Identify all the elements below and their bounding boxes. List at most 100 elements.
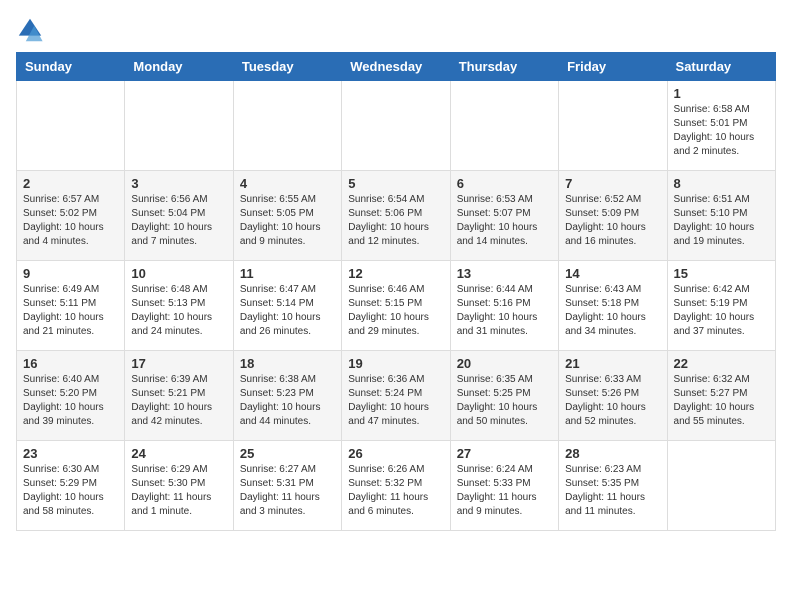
calendar-cell: 4 Sunrise: 6:55 AM Sunset: 5:05 PM Daylig… <box>233 171 341 261</box>
calendar-cell: 16 Sunrise: 6:40 AM Sunset: 5:20 PM Dayli… <box>17 351 125 441</box>
day-number: 4 <box>240 176 335 191</box>
day-number: 3 <box>131 176 226 191</box>
weekday-header-thursday: Thursday <box>450 53 558 81</box>
day-number: 16 <box>23 356 118 371</box>
day-number: 8 <box>674 176 769 191</box>
calendar-cell: 23 Sunrise: 6:30 AM Sunset: 5:29 PM Dayli… <box>17 441 125 531</box>
calendar-cell: 25 Sunrise: 6:27 AM Sunset: 5:31 PM Dayli… <box>233 441 341 531</box>
weekday-header-saturday: Saturday <box>667 53 775 81</box>
calendar-header: SundayMondayTuesdayWednesdayThursdayFrid… <box>17 53 776 81</box>
calendar-cell: 2 Sunrise: 6:57 AM Sunset: 5:02 PM Daylig… <box>17 171 125 261</box>
calendar-cell: 10Sunrise: 6:48 AM Sunset: 5:13 PM Dayli… <box>125 261 233 351</box>
day-info: Sunrise: 6:42 AM Sunset: 5:19 PM Dayligh… <box>674 283 769 339</box>
calendar-cell <box>233 81 341 171</box>
day-info: Sunrise: 6:48 AM Sunset: 5:13 PM Dayligh… <box>131 283 226 339</box>
day-info: Sunrise: 6:36 AM Sunset: 5:24 PM Dayligh… <box>348 373 443 429</box>
calendar-cell <box>17 81 125 171</box>
calendar-cell: 15Sunrise: 6:42 AM Sunset: 5:19 PM Dayli… <box>667 261 775 351</box>
calendar-cell: 22 Sunrise: 6:32 AM Sunset: 5:27 PM Dayli… <box>667 351 775 441</box>
day-info: Sunrise: 6:51 AM Sunset: 5:10 PM Dayligh… <box>674 193 769 249</box>
day-number: 7 <box>565 176 660 191</box>
weekday-header-sunday: Sunday <box>17 53 125 81</box>
day-number: 21 <box>565 356 660 371</box>
day-number: 17 <box>131 356 226 371</box>
day-number: 27 <box>457 446 552 461</box>
day-info: Sunrise: 6:29 AM Sunset: 5:30 PM Dayligh… <box>131 463 226 519</box>
day-info: Sunrise: 6:54 AM Sunset: 5:06 PM Dayligh… <box>348 193 443 249</box>
day-info: Sunrise: 6:52 AM Sunset: 5:09 PM Dayligh… <box>565 193 660 249</box>
day-number: 18 <box>240 356 335 371</box>
day-info: Sunrise: 6:40 AM Sunset: 5:20 PM Dayligh… <box>23 373 118 429</box>
logo <box>16 16 48 44</box>
calendar-cell: 17 Sunrise: 6:39 AM Sunset: 5:21 PM Dayli… <box>125 351 233 441</box>
calendar-cell: 13Sunrise: 6:44 AM Sunset: 5:16 PM Dayli… <box>450 261 558 351</box>
weekday-header-tuesday: Tuesday <box>233 53 341 81</box>
day-number: 6 <box>457 176 552 191</box>
day-info: Sunrise: 6:49 AM Sunset: 5:11 PM Dayligh… <box>23 283 118 339</box>
day-info: Sunrise: 6:56 AM Sunset: 5:04 PM Dayligh… <box>131 193 226 249</box>
calendar-cell: 12 Sunrise: 6:46 AM Sunset: 5:15 PM Dayli… <box>342 261 450 351</box>
day-info: Sunrise: 6:46 AM Sunset: 5:15 PM Dayligh… <box>348 283 443 339</box>
calendar-cell <box>125 81 233 171</box>
day-number: 25 <box>240 446 335 461</box>
day-info: Sunrise: 6:27 AM Sunset: 5:31 PM Dayligh… <box>240 463 335 519</box>
day-info: Sunrise: 6:57 AM Sunset: 5:02 PM Dayligh… <box>23 193 118 249</box>
day-number: 9 <box>23 266 118 281</box>
day-info: Sunrise: 6:38 AM Sunset: 5:23 PM Dayligh… <box>240 373 335 429</box>
day-info: Sunrise: 6:23 AM Sunset: 5:35 PM Dayligh… <box>565 463 660 519</box>
day-number: 28 <box>565 446 660 461</box>
day-info: Sunrise: 6:58 AM Sunset: 5:01 PM Dayligh… <box>674 103 769 159</box>
day-info: Sunrise: 6:39 AM Sunset: 5:21 PM Dayligh… <box>131 373 226 429</box>
calendar-cell <box>450 81 558 171</box>
day-info: Sunrise: 6:47 AM Sunset: 5:14 PM Dayligh… <box>240 283 335 339</box>
calendar-cell: 7 Sunrise: 6:52 AM Sunset: 5:09 PM Daylig… <box>559 171 667 261</box>
day-number: 5 <box>348 176 443 191</box>
calendar-cell: 14 Sunrise: 6:43 AM Sunset: 5:18 PM Dayli… <box>559 261 667 351</box>
day-info: Sunrise: 6:55 AM Sunset: 5:05 PM Dayligh… <box>240 193 335 249</box>
calendar-week-3: 9 Sunrise: 6:49 AM Sunset: 5:11 PM Daylig… <box>17 261 776 351</box>
day-number: 19 <box>348 356 443 371</box>
day-info: Sunrise: 6:33 AM Sunset: 5:26 PM Dayligh… <box>565 373 660 429</box>
weekday-header-wednesday: Wednesday <box>342 53 450 81</box>
day-number: 22 <box>674 356 769 371</box>
calendar-table: SundayMondayTuesdayWednesdayThursdayFrid… <box>16 52 776 531</box>
day-info: Sunrise: 6:35 AM Sunset: 5:25 PM Dayligh… <box>457 373 552 429</box>
calendar-week-5: 23 Sunrise: 6:30 AM Sunset: 5:29 PM Dayli… <box>17 441 776 531</box>
day-number: 14 <box>565 266 660 281</box>
calendar-week-1: 1 Sunrise: 6:58 AM Sunset: 5:01 PM Daylig… <box>17 81 776 171</box>
calendar-cell: 21 Sunrise: 6:33 AM Sunset: 5:26 PM Dayli… <box>559 351 667 441</box>
logo-icon <box>16 16 44 44</box>
calendar-cell: 8 Sunrise: 6:51 AM Sunset: 5:10 PM Daylig… <box>667 171 775 261</box>
calendar-cell: 6Sunrise: 6:53 AM Sunset: 5:07 PM Daylig… <box>450 171 558 261</box>
calendar-cell: 5 Sunrise: 6:54 AM Sunset: 5:06 PM Daylig… <box>342 171 450 261</box>
day-info: Sunrise: 6:24 AM Sunset: 5:33 PM Dayligh… <box>457 463 552 519</box>
calendar-cell: 28 Sunrise: 6:23 AM Sunset: 5:35 PM Dayli… <box>559 441 667 531</box>
calendar-cell: 20 Sunrise: 6:35 AM Sunset: 5:25 PM Dayli… <box>450 351 558 441</box>
day-number: 26 <box>348 446 443 461</box>
calendar-cell <box>559 81 667 171</box>
day-number: 1 <box>674 86 769 101</box>
day-number: 24 <box>131 446 226 461</box>
calendar-cell: 19 Sunrise: 6:36 AM Sunset: 5:24 PM Dayli… <box>342 351 450 441</box>
day-number: 20 <box>457 356 552 371</box>
calendar-cell <box>342 81 450 171</box>
calendar-cell: 27 Sunrise: 6:24 AM Sunset: 5:33 PM Dayli… <box>450 441 558 531</box>
weekday-header-friday: Friday <box>559 53 667 81</box>
calendar-cell: 3 Sunrise: 6:56 AM Sunset: 5:04 PM Daylig… <box>125 171 233 261</box>
day-info: Sunrise: 6:26 AM Sunset: 5:32 PM Dayligh… <box>348 463 443 519</box>
calendar-week-4: 16 Sunrise: 6:40 AM Sunset: 5:20 PM Dayli… <box>17 351 776 441</box>
calendar-cell: 11Sunrise: 6:47 AM Sunset: 5:14 PM Dayli… <box>233 261 341 351</box>
day-number: 23 <box>23 446 118 461</box>
calendar-week-2: 2 Sunrise: 6:57 AM Sunset: 5:02 PM Daylig… <box>17 171 776 261</box>
day-info: Sunrise: 6:30 AM Sunset: 5:29 PM Dayligh… <box>23 463 118 519</box>
weekday-header-monday: Monday <box>125 53 233 81</box>
calendar-cell: 9 Sunrise: 6:49 AM Sunset: 5:11 PM Daylig… <box>17 261 125 351</box>
day-info: Sunrise: 6:43 AM Sunset: 5:18 PM Dayligh… <box>565 283 660 339</box>
day-info: Sunrise: 6:32 AM Sunset: 5:27 PM Dayligh… <box>674 373 769 429</box>
calendar-cell: 26 Sunrise: 6:26 AM Sunset: 5:32 PM Dayli… <box>342 441 450 531</box>
day-number: 13 <box>457 266 552 281</box>
day-number: 12 <box>348 266 443 281</box>
page-header <box>16 16 776 44</box>
day-number: 2 <box>23 176 118 191</box>
calendar-cell: 18 Sunrise: 6:38 AM Sunset: 5:23 PM Dayli… <box>233 351 341 441</box>
